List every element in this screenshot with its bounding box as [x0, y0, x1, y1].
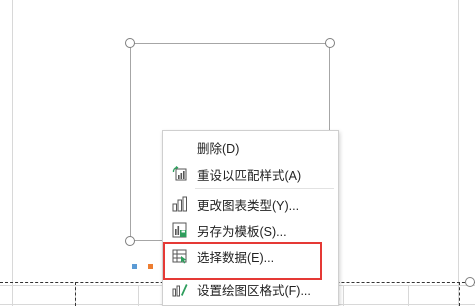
resize-handle-bottom-left[interactable] [125, 236, 135, 246]
gridline [408, 285, 409, 306]
menu-item-delete[interactable]: 删除(D) [163, 134, 338, 160]
context-menu: 删除(D) 重设以匹配样式(A) 更改图表类型(Y)... 另存为模板(S)..… [162, 130, 339, 306]
menu-item-reset-style[interactable]: 重设以匹配样式(A) [163, 161, 338, 187]
menu-separator [195, 188, 334, 189]
menu-item-label: 设置绘图区格式(F)... [197, 283, 311, 298]
blank-icon [172, 139, 188, 155]
menu-item-label: 删除(D) [197, 141, 240, 156]
menu-item-label: 重设以匹配样式(A) [197, 168, 302, 183]
gridline [138, 285, 139, 306]
chart-type-icon [172, 196, 188, 212]
gridline [458, 0, 459, 306]
menu-item-label: 另存为模板(S)... [197, 224, 287, 239]
menu-item-format-plot-area[interactable]: 设置绘图区格式(F)... [163, 276, 338, 302]
resize-handle-top-right[interactable] [325, 38, 335, 48]
menu-item-save-as-template[interactable]: 另存为模板(S)... [163, 217, 338, 243]
legend-marker-blue [132, 264, 137, 269]
chart-area-border [459, 282, 460, 306]
select-data-icon [172, 248, 188, 264]
gridline [343, 285, 344, 306]
menu-item-label: 选择数据(E)... [197, 250, 275, 265]
save-template-icon [172, 222, 188, 238]
gridline [12, 0, 13, 306]
chart-resize-handle[interactable] [465, 277, 475, 287]
chart-area-border [75, 282, 76, 306]
legend-marker-orange [148, 264, 153, 269]
menu-item-label: 更改图表类型(Y)... [197, 198, 300, 213]
reset-style-icon [172, 166, 188, 182]
format-plot-area-icon [172, 281, 188, 297]
resize-handle-top-left[interactable] [125, 38, 135, 48]
menu-item-change-chart-type[interactable]: 更改图表类型(Y)... [163, 191, 338, 217]
menu-item-select-data[interactable]: 选择数据(E)... [163, 243, 338, 269]
